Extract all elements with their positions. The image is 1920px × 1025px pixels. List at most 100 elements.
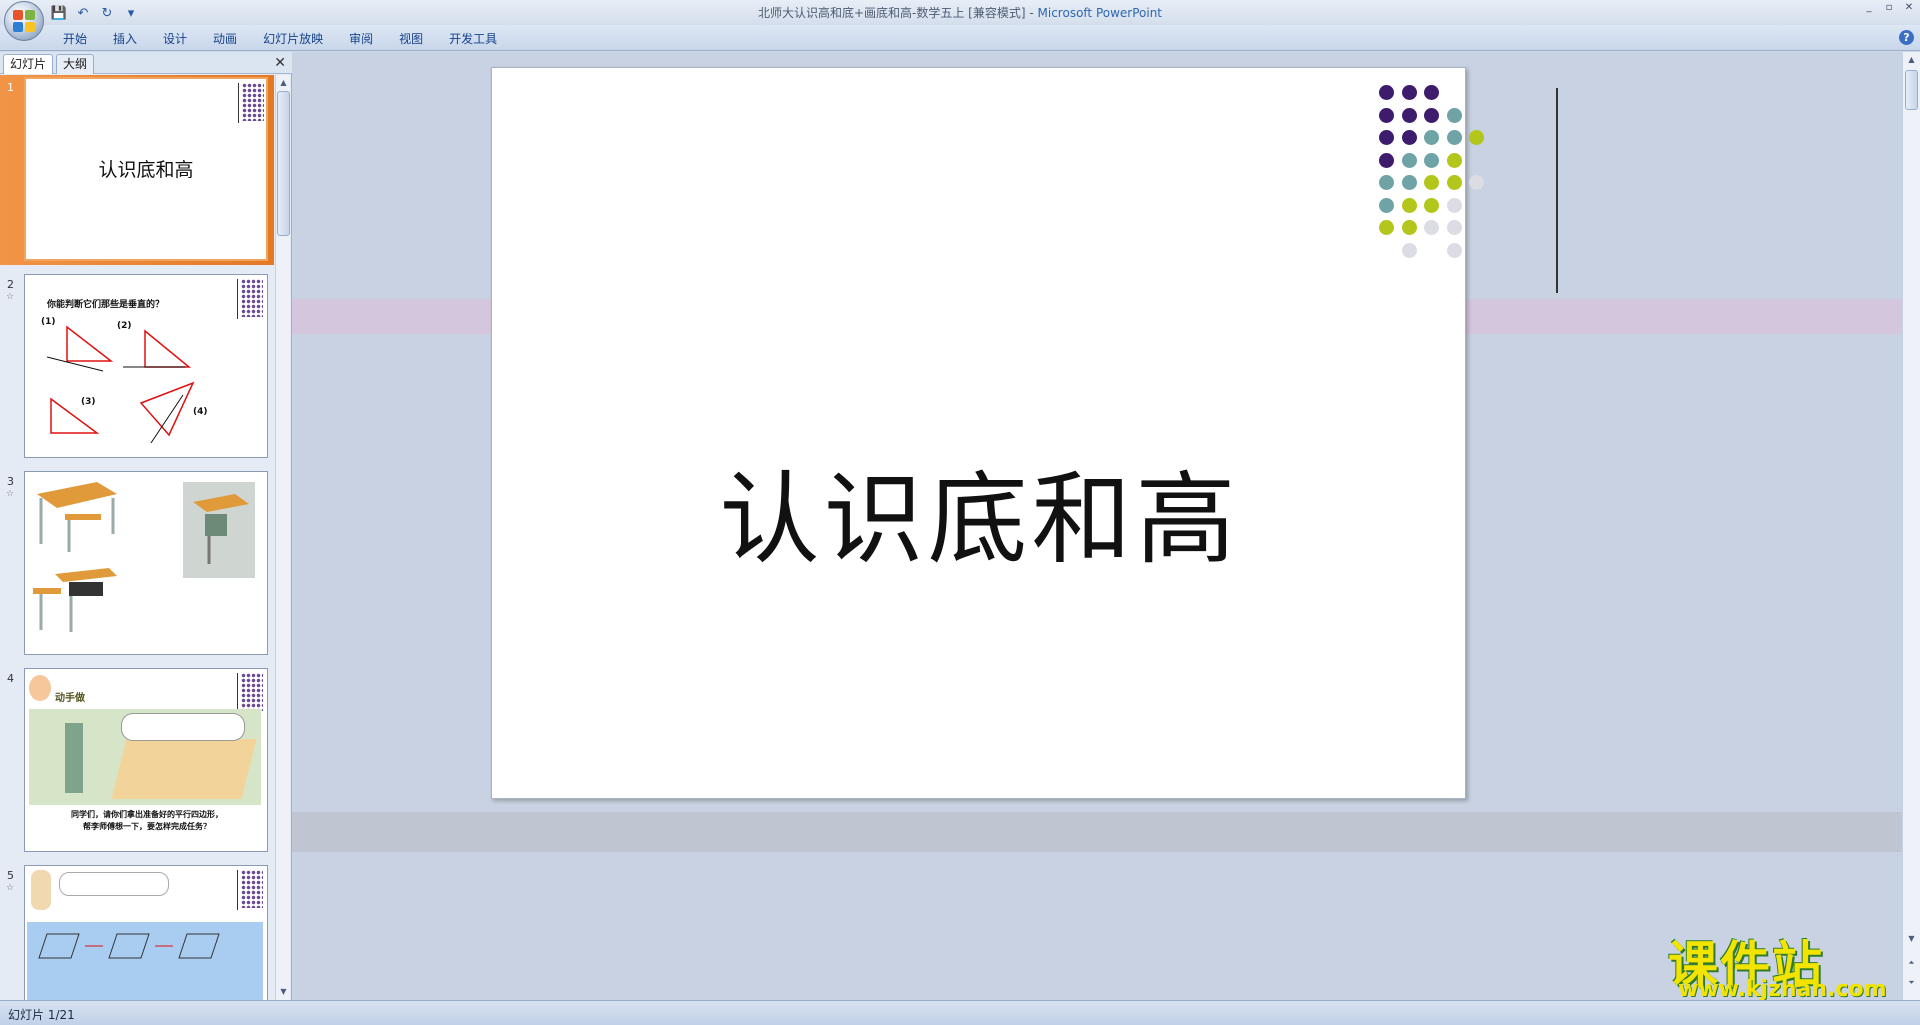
decor-dot [1424, 220, 1439, 235]
close-panel-icon[interactable]: ✕ [274, 55, 286, 71]
editor-scrollbar[interactable]: ▲ ▼ ⏶ ⏷ [1902, 52, 1920, 1000]
document-title: 北师大认识高和底+画底和高-数学五上 [兼容模式] - [757, 6, 1038, 20]
thumb-heading: 动手做 [55, 693, 85, 704]
decor-dot [1379, 130, 1394, 145]
ribbon-tabs: 开始 插入 设计 动画 幻灯片放映 审阅 视图 开发工具 [50, 29, 510, 49]
thumbnail-scrollbar[interactable]: ▲ ▼ [275, 75, 290, 1000]
tab-insert[interactable]: 插入 [100, 29, 150, 49]
ribbon: 开始 插入 设计 动画 幻灯片放映 审阅 视图 开发工具 ? [0, 25, 1920, 51]
thumb-desk-illustration [33, 482, 255, 632]
thumb-speech-bubble [121, 713, 245, 741]
thumbnail-number: 2 [7, 278, 14, 291]
thumb-caption-line: 同学们，请你们拿出准备好的平行四边形， [71, 810, 223, 819]
office-button[interactable] [4, 1, 44, 41]
thumb-blue-panel [27, 922, 263, 1000]
tab-slides[interactable]: 幻灯片 [3, 54, 54, 74]
previous-slide-icon[interactable]: ⏶ [1905, 956, 1918, 970]
slide-divider-line [1556, 88, 1558, 293]
app-name: Microsoft PowerPoint [1037, 6, 1163, 20]
thumbnail-slot-1[interactable]: 1 认识底和高 [0, 75, 274, 265]
thumb-divider [237, 870, 238, 910]
office-logo-icon [13, 10, 35, 32]
decor-dot [1401, 197, 1417, 213]
tab-review[interactable]: 审阅 [336, 29, 386, 49]
decor-dot [1401, 242, 1417, 258]
scroll-thumb[interactable] [277, 91, 290, 236]
decor-dot [1446, 175, 1462, 190]
decor-dot [1446, 242, 1462, 258]
decor-dot [1446, 197, 1462, 213]
tab-view[interactable]: 视图 [386, 29, 436, 49]
thumb-divider [237, 673, 238, 713]
thumbnail-slot-5[interactable]: 5 ☆ [0, 863, 274, 1000]
thumb-divider [238, 83, 239, 123]
title-bar: 💾 ↶ ↻ ▾ 北师大认识高和底+画底和高-数学五上 [兼容模式] - Micr… [0, 0, 1920, 25]
thumbnail-number: 5 [7, 869, 14, 882]
decor-dot [1401, 152, 1417, 168]
decor-dot [1401, 130, 1417, 145]
thumb-teacher-avatar [29, 675, 51, 701]
thumb-speech-bubble [59, 872, 169, 896]
panel-tabs: 幻灯片 大纲 ✕ [0, 52, 292, 74]
thumb-caption-line: 帮李师傅想一下，要怎样完成任务？ [83, 822, 211, 831]
decor-dot [1424, 107, 1439, 123]
thumb-dot-pattern [241, 673, 263, 711]
decor-dot [1424, 130, 1439, 145]
thumbnail-slide-1[interactable]: 认识底和高 [24, 77, 268, 261]
decor-dot [1469, 130, 1484, 145]
thumbnail-slide-2[interactable]: 你能判断它们那些是垂直的？ (1) (2) (3) (4) [24, 274, 268, 458]
decor-dot [1446, 152, 1462, 168]
thumb-triangles [46, 325, 195, 444]
status-bar: 幻灯片 1/21 [0, 1000, 1920, 1025]
thumbnail-slide-5[interactable] [24, 865, 268, 1000]
decor-dot [1401, 220, 1417, 235]
thumbnail-number: 3 [7, 475, 14, 488]
current-slide[interactable]: 认识底和高 [491, 67, 1558, 799]
tab-slideshow[interactable]: 幻灯片放映 [250, 29, 336, 49]
scroll-thumb[interactable] [1905, 70, 1918, 110]
decor-dot [1424, 152, 1439, 168]
thumb-title: 认识底和高 [98, 159, 194, 181]
decor-dot [1446, 107, 1462, 123]
scroll-up-icon[interactable]: ▲ [1905, 53, 1918, 67]
thumb-child-figure [31, 870, 51, 910]
help-icon[interactable]: ? [1899, 30, 1914, 45]
decor-dot [1379, 175, 1394, 190]
animation-star-icon: ☆ [6, 883, 15, 893]
thumbnail-slide-4[interactable]: 动手做 同学们，请你们拿出准备好的平行四边形， 帮李师傅想一下，要怎样完成任务？ [24, 668, 268, 852]
thumbnail-slide-3[interactable] [24, 471, 268, 655]
slide-title[interactable]: 认识底和高 [492, 438, 1467, 583]
decor-dot [1446, 130, 1462, 145]
thumb-board-shape [111, 739, 257, 799]
scroll-down-icon[interactable]: ▼ [277, 985, 290, 999]
slide-editor: 认识底和高 [292, 52, 1902, 1000]
decor-dot [1401, 107, 1417, 123]
background-band [292, 812, 1902, 852]
thumb-worker [65, 723, 83, 793]
animation-star-icon: ☆ [6, 292, 15, 302]
thumb-parallelograms [38, 933, 220, 959]
thumb-dot-pattern [242, 83, 264, 121]
scroll-down-icon[interactable]: ▼ [1905, 932, 1918, 946]
tab-design[interactable]: 设计 [150, 29, 200, 49]
next-slide-icon[interactable]: ⏷ [1905, 976, 1918, 990]
restore-button[interactable]: ▫ [1880, 1, 1898, 15]
scroll-up-icon[interactable]: ▲ [277, 76, 290, 90]
minimize-button[interactable]: _ [1860, 1, 1878, 15]
thumbnail-slot-4[interactable]: 4 动手做 同学们，请你们拿出准备好的平行四边形， 帮李师傅想一下，要怎样完成任… [0, 666, 274, 856]
window-controls: _ ▫ ✕ [1860, 1, 1918, 15]
decor-dot [1379, 152, 1394, 168]
tab-home[interactable]: 开始 [50, 29, 100, 49]
tab-developer[interactable]: 开发工具 [436, 29, 510, 49]
decor-dot [1424, 85, 1439, 100]
tab-outline[interactable]: 大纲 [56, 54, 95, 74]
thumbnail-slot-3[interactable]: 3 ☆ [0, 469, 274, 659]
thumbnail-slot-2[interactable]: 2 ☆ 你能判断它们那些是垂直的？ (1) (2) (3) (4) [0, 272, 274, 462]
animation-star-icon: ☆ [6, 489, 15, 499]
thumbnail-number: 1 [7, 81, 14, 94]
close-button[interactable]: ✕ [1900, 1, 1918, 15]
window-title: 北师大认识高和底+画底和高-数学五上 [兼容模式] - Microsoft Po… [0, 4, 1920, 21]
tab-animations[interactable]: 动画 [200, 29, 250, 49]
thumbnail-number: 4 [7, 672, 14, 685]
decor-dot [1424, 197, 1439, 213]
